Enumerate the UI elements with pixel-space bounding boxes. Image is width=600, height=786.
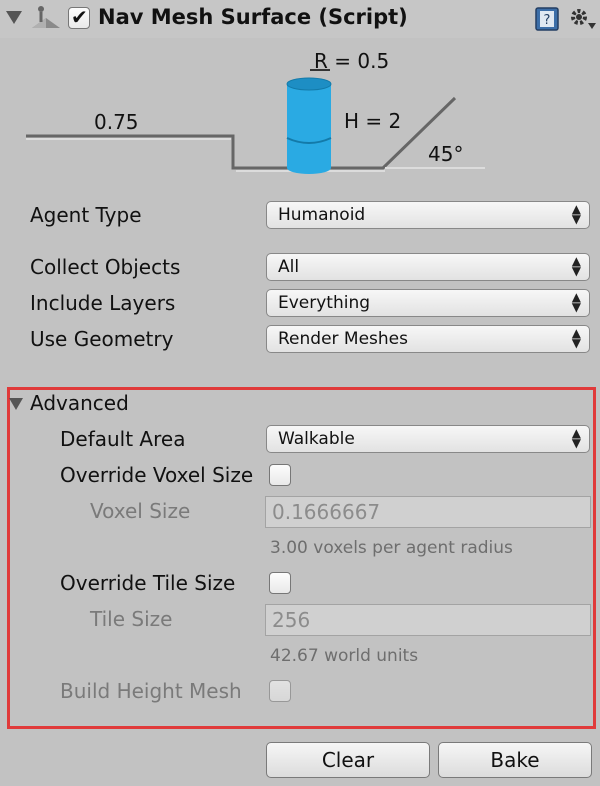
tile-size-field: 256 xyxy=(265,604,591,636)
diagram-step-label: 0.75 xyxy=(94,110,139,134)
agent-type-value: Humanoid xyxy=(278,205,366,225)
include-layers-dropdown[interactable]: Everything ▲ ▼ xyxy=(266,289,590,317)
bake-button[interactable]: Bake xyxy=(438,742,592,778)
svg-text:?: ? xyxy=(544,13,551,28)
include-layers-label: Include Layers xyxy=(30,291,176,315)
collect-objects-dropdown[interactable]: All ▲ ▼ xyxy=(266,253,590,281)
navmesh-component-icon xyxy=(30,4,62,32)
default-area-dropdown[interactable]: Walkable ▲ ▼ xyxy=(266,425,590,453)
agent-type-label: Agent Type xyxy=(30,203,142,227)
voxel-size-label: Voxel Size xyxy=(90,499,191,523)
foldout-arrow-icon[interactable] xyxy=(6,11,22,24)
override-voxel-size-label: Override Voxel Size xyxy=(60,463,254,487)
default-area-value: Walkable xyxy=(278,429,355,449)
diagram-height-label: H = 2 xyxy=(344,109,402,133)
voxel-size-value: 0.1666667 xyxy=(272,500,381,524)
tile-size-value: 256 xyxy=(272,608,311,632)
dropdown-caret-icon: ▲ ▼ xyxy=(571,202,581,226)
use-geometry-label: Use Geometry xyxy=(30,327,174,351)
agent-cylinder xyxy=(287,84,331,168)
voxel-size-hint: 3.00 voxels per agent radius xyxy=(270,538,513,558)
override-tile-size-label: Override Tile Size xyxy=(60,571,236,595)
override-tile-size-checkbox[interactable] xyxy=(269,572,291,594)
clear-button[interactable]: Clear xyxy=(266,742,430,778)
tile-size-hint: 42.67 world units xyxy=(270,646,419,666)
default-area-label: Default Area xyxy=(60,427,186,451)
use-geometry-dropdown[interactable]: Render Meshes ▲ ▼ xyxy=(266,325,590,353)
component-title: Nav Mesh Surface (Script) xyxy=(98,5,408,29)
agent-diagram xyxy=(0,40,600,190)
build-height-mesh-label: Build Height Mesh xyxy=(60,679,242,703)
build-height-mesh-checkbox xyxy=(269,680,291,702)
dropdown-caret-icon: ▲ ▼ xyxy=(571,254,581,278)
help-book-icon[interactable]: ? xyxy=(534,6,560,32)
diagram-radius-label: R = 0.5 xyxy=(314,49,390,73)
component-enabled-checkbox[interactable] xyxy=(68,5,90,29)
tile-size-label: Tile Size xyxy=(90,607,173,631)
dropdown-caret-icon: ▲ ▼ xyxy=(571,290,581,314)
diagram-slope-label: 45° xyxy=(428,142,464,166)
settings-gear-icon[interactable] xyxy=(568,5,598,33)
override-voxel-size-checkbox[interactable] xyxy=(269,464,291,486)
collect-objects-value: All xyxy=(278,257,300,277)
use-geometry-value: Render Meshes xyxy=(278,329,408,349)
collect-objects-label: Collect Objects xyxy=(30,255,181,279)
voxel-size-field: 0.1666667 xyxy=(265,496,591,528)
agent-type-dropdown[interactable]: Humanoid ▲ ▼ xyxy=(266,201,590,229)
advanced-foldout-arrow-icon[interactable] xyxy=(9,398,23,410)
include-layers-value: Everything xyxy=(278,293,371,313)
dropdown-caret-icon: ▲ ▼ xyxy=(571,426,581,450)
dropdown-caret-icon: ▲ ▼ xyxy=(571,326,581,350)
advanced-foldout-label[interactable]: Advanced xyxy=(30,391,129,415)
